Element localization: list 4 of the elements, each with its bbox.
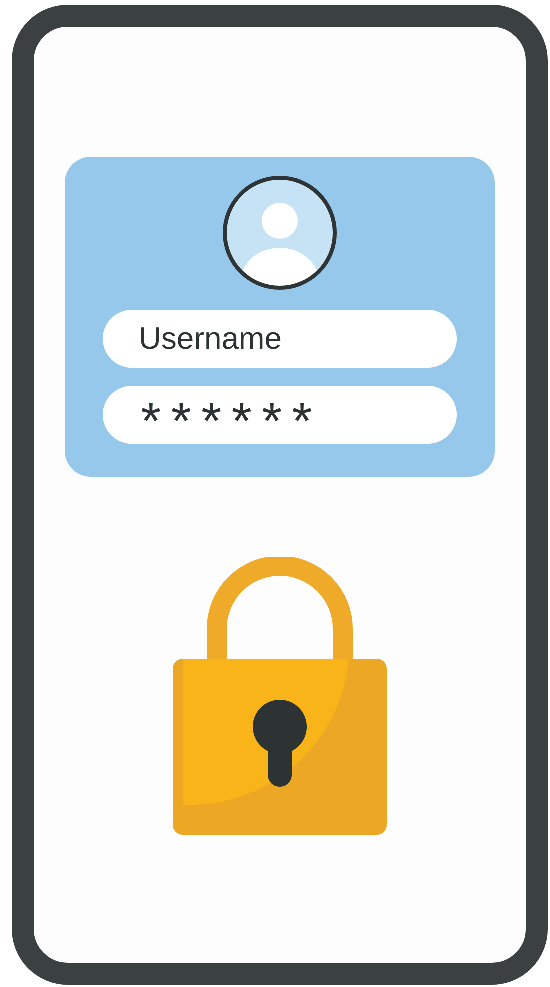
password-field[interactable]: ******: [103, 386, 457, 444]
padlock-icon: [173, 557, 387, 835]
avatar-icon: [221, 174, 339, 292]
username-field[interactable]: Username: [103, 310, 457, 368]
